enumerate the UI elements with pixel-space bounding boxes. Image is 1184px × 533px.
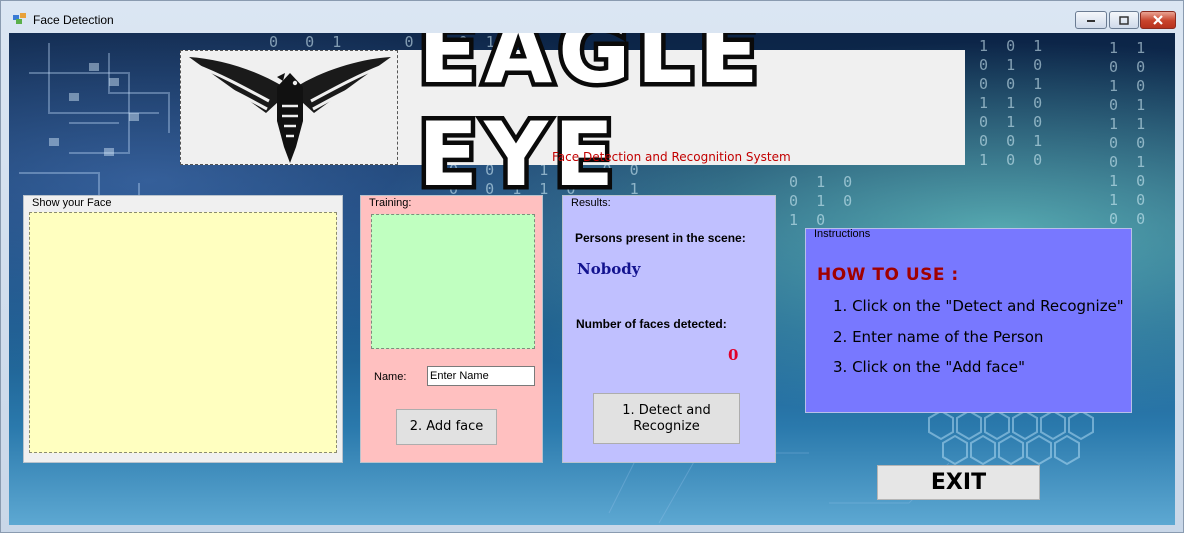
instructions-group-label: Instructions	[814, 228, 871, 240]
app-icon	[13, 13, 26, 24]
instructions-heading: HOW TO USE :	[817, 265, 959, 285]
persons-value: Nobody	[577, 260, 641, 278]
instruction-step-2: 2. Enter name of the Person	[833, 328, 1044, 346]
exit-button[interactable]: EXIT	[877, 465, 1040, 500]
maximize-icon	[1119, 15, 1129, 25]
training-group-label: Training:	[369, 197, 412, 209]
app-window: Face Detection 1 0 1 0 1 0 0 0 1 1 1 0 0…	[0, 0, 1184, 533]
close-icon	[1153, 15, 1163, 25]
instructions-group: Instructions HOW TO USE : 1. Click on th…	[805, 228, 1132, 413]
title-bar[interactable]: Face Detection	[1, 1, 1183, 33]
camera-view	[29, 212, 337, 453]
logo-picture	[180, 50, 398, 165]
instruction-step-1: 1. Click on the "Detect and Recognize"	[833, 297, 1124, 315]
faces-count-label: Number of faces detected:	[576, 317, 727, 331]
close-button[interactable]	[1140, 11, 1176, 29]
face-group-label: Show your Face	[32, 197, 112, 209]
persons-label: Persons present in the scene:	[575, 231, 746, 245]
client-area: 1 0 1 0 1 0 0 0 1 1 1 0 0 1 0 0 0 1 1 0 …	[9, 33, 1175, 525]
maximize-button[interactable]	[1109, 11, 1139, 29]
logo-banner: EAGLE EYE Face Detection and Recognition…	[180, 33, 965, 211]
detect-recognize-button[interactable]: 1. Detect and Recognize	[593, 393, 740, 444]
instruction-step-3: 3. Click on the "Add face"	[833, 358, 1025, 376]
eagle-icon	[189, 57, 391, 163]
app-subtitle: Face Detection and Recognition System	[552, 150, 791, 164]
window-title: Face Detection	[33, 13, 114, 27]
add-face-button[interactable]: 2. Add face	[396, 409, 497, 445]
training-face-preview	[371, 214, 535, 349]
minimize-button[interactable]	[1075, 11, 1107, 29]
faces-count-value: 0	[728, 346, 739, 364]
minimize-icon	[1087, 20, 1095, 22]
app-title: EAGLE EYE	[414, 33, 765, 211]
detect-button-line1: 1. Detect and	[622, 402, 711, 418]
face-group: Show your Face	[23, 195, 343, 463]
results-group: Results: Persons present in the scene: N…	[562, 195, 776, 463]
detect-button-line2: Recognize	[633, 418, 700, 434]
name-input[interactable]	[427, 366, 535, 386]
results-group-label: Results:	[571, 197, 611, 209]
name-label: Name:	[374, 371, 407, 383]
training-group: Training: Name: 2. Add face	[360, 195, 543, 463]
